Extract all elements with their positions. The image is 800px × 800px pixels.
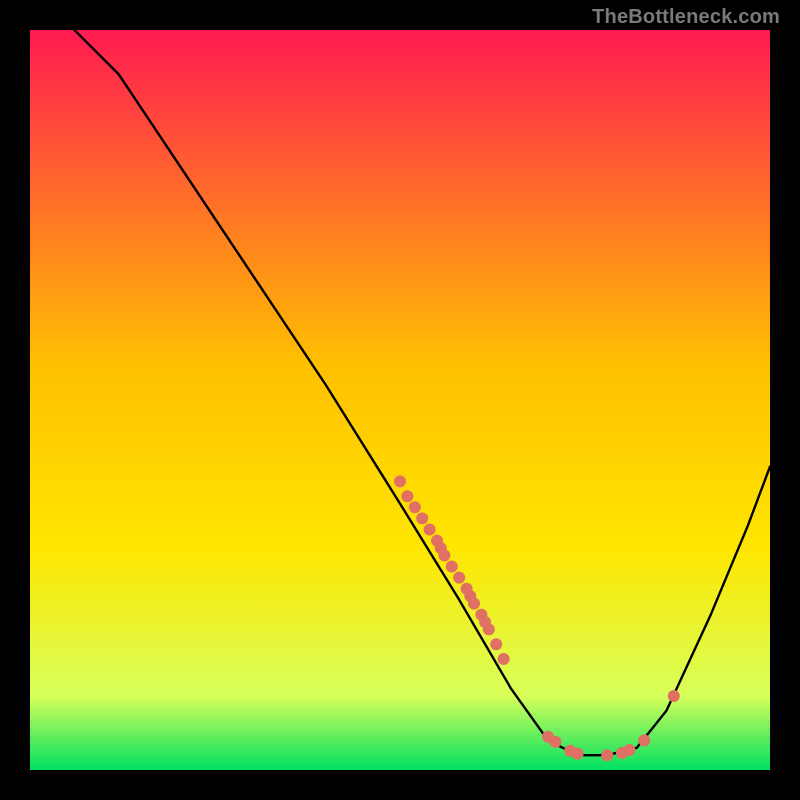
gradient-background (30, 30, 770, 770)
data-marker (438, 549, 450, 561)
data-marker (453, 572, 465, 584)
data-marker (623, 744, 635, 756)
data-marker (549, 736, 561, 748)
data-marker (446, 561, 458, 573)
data-marker (409, 501, 421, 513)
data-marker (424, 524, 436, 536)
data-marker (498, 653, 510, 665)
watermark-text: TheBottleneck.com (592, 6, 780, 29)
data-marker (490, 638, 502, 650)
data-marker (394, 475, 406, 487)
chart-container: TheBottleneck.com (0, 0, 800, 800)
data-marker (416, 512, 428, 524)
data-marker (572, 748, 584, 760)
data-marker (468, 598, 480, 610)
chart-svg (30, 30, 770, 770)
plot-area (30, 30, 770, 770)
data-marker (401, 490, 413, 502)
data-marker (483, 623, 495, 635)
data-marker (601, 749, 613, 761)
data-marker (668, 690, 680, 702)
data-marker (638, 734, 650, 746)
